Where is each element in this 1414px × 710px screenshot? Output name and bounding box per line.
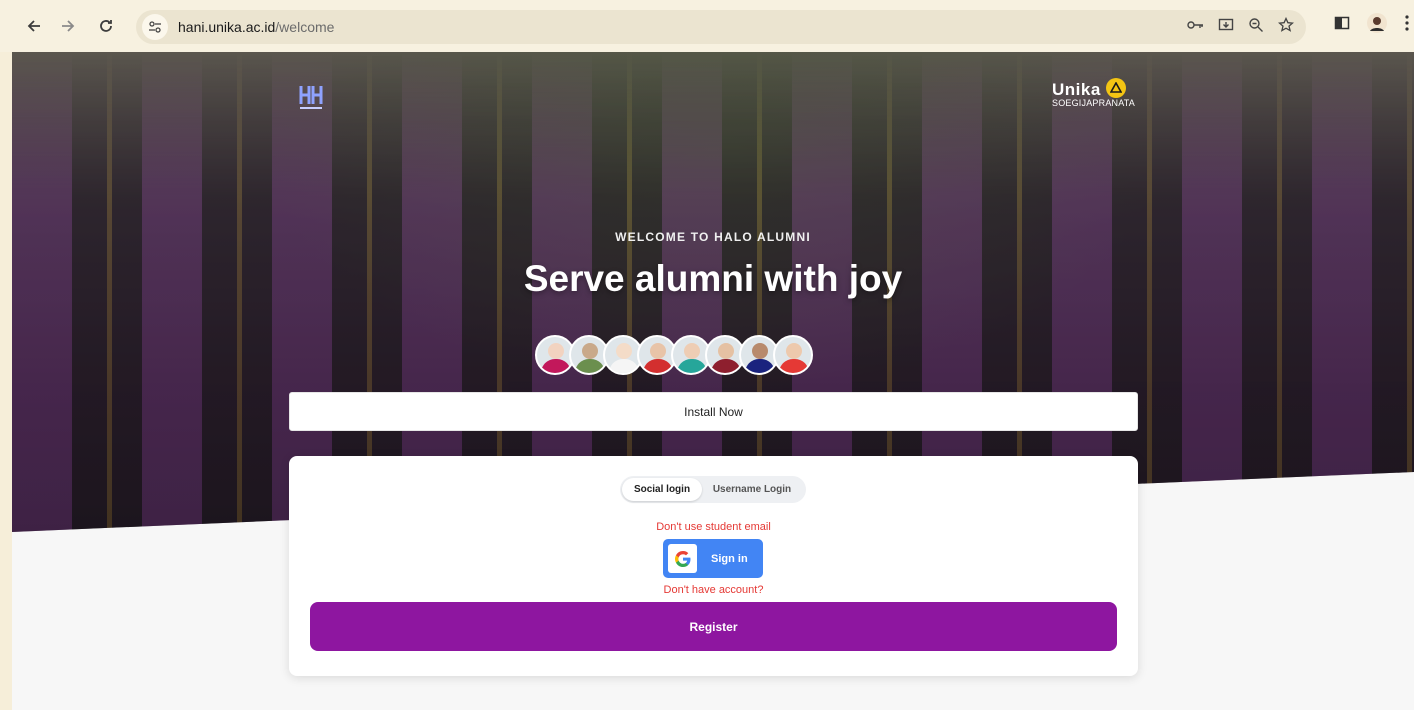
site-info-icon[interactable] (142, 14, 168, 40)
google-icon (668, 544, 697, 573)
zoom-icon[interactable] (1248, 17, 1264, 38)
avatar-face (786, 343, 802, 359)
install-now-button[interactable]: Install Now (289, 392, 1138, 431)
avatar-face (582, 343, 598, 359)
hero-overline: WELCOME TO HALO ALUMNI (615, 230, 811, 244)
avatar-face (684, 343, 700, 359)
back-icon[interactable] (20, 12, 48, 40)
hero-headline: Serve alumni with joy (523, 258, 903, 299)
google-sign-in-button[interactable]: Sign in (663, 539, 763, 578)
avatar-body (609, 359, 639, 373)
menu-kebab-icon[interactable] (1404, 14, 1410, 37)
alumni-avatar-8 (773, 335, 813, 375)
avatar-face (616, 343, 632, 359)
url-host: hani.unika.ac.id (178, 19, 276, 35)
register-button[interactable]: Register (310, 602, 1117, 651)
profile-avatar-icon[interactable] (1366, 12, 1388, 39)
avatar-face (718, 343, 734, 359)
password-key-icon[interactable] (1186, 18, 1204, 37)
avatar-body (575, 359, 605, 373)
avatar-face (548, 343, 564, 359)
avatar-body (643, 359, 673, 373)
login-card: Social login Username Login Don't use st… (289, 456, 1138, 676)
unika-emblem-icon (1106, 78, 1126, 98)
no-account-text: Don't have account? (663, 584, 764, 596)
tab-username-login[interactable]: Username Login (702, 478, 802, 501)
tab-social-login[interactable]: Social login (622, 478, 702, 501)
avatar-face (752, 343, 768, 359)
url-path: /welcome (275, 19, 335, 35)
unika-logo-sub: SOEGIJAPRANATA (1052, 98, 1135, 108)
avatar-body (779, 359, 809, 373)
avatar-body (541, 359, 571, 373)
halo-alumni-logo (296, 82, 326, 112)
browser-toolbar: hani.unika.ac.id/welcome (0, 0, 1414, 52)
reload-icon[interactable] (92, 12, 120, 40)
alumni-avatar-row (535, 335, 813, 375)
unika-logo: Unika SOEGIJAPRANATA (1052, 78, 1135, 116)
google-sign-in-label: Sign in (711, 552, 748, 565)
page-viewport: Unika SOEGIJAPRANATA WELCOME TO HALO ALU… (12, 52, 1414, 710)
install-app-icon[interactable] (1218, 17, 1234, 38)
avatar-face (650, 343, 666, 359)
side-panel-icon[interactable] (1334, 15, 1350, 36)
url-text: hani.unika.ac.id/welcome (178, 19, 334, 35)
avatar-body (711, 359, 741, 373)
forward-icon[interactable] (54, 12, 82, 40)
bookmark-star-icon[interactable] (1277, 16, 1295, 38)
avatar-body (745, 359, 775, 373)
avatar-body (677, 359, 707, 373)
login-mode-tabs: Social login Username Login (620, 476, 806, 503)
address-bar[interactable]: hani.unika.ac.id/welcome (136, 10, 1306, 44)
student-email-warning: Don't use student email (656, 521, 771, 533)
